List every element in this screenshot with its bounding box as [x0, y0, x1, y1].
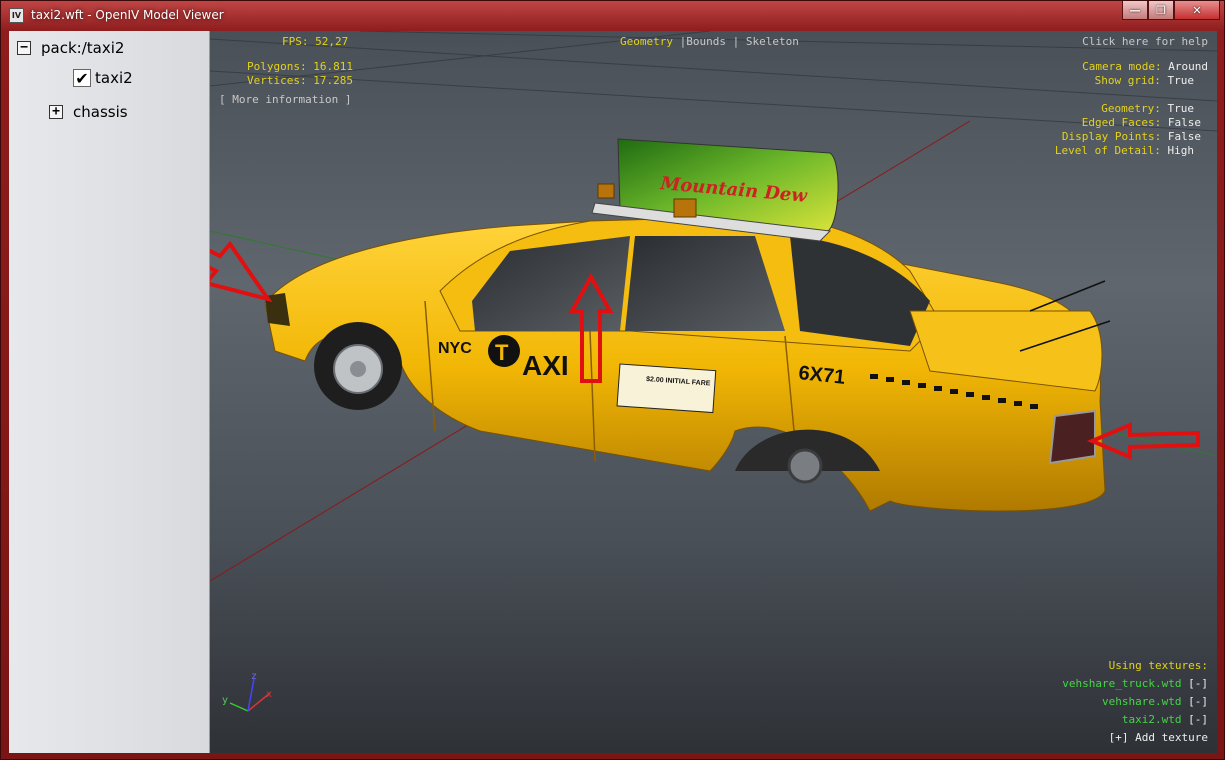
- more-information-link[interactable]: [ More information ]: [219, 93, 351, 107]
- taxi-logo-small: NYC: [438, 340, 472, 357]
- texture-name[interactable]: taxi2.wtd: [1122, 713, 1182, 726]
- remove-texture-button[interactable]: [-]: [1188, 677, 1208, 690]
- axis-y-label: y: [222, 695, 228, 706]
- app-window: IV taxi2.wft - OpenIV Model Viewer — ❐ ✕…: [0, 0, 1225, 760]
- display-points-label: Display Points:: [1061, 130, 1162, 143]
- show-grid-label: Show grid:: [1094, 74, 1161, 87]
- display-points-setting[interactable]: Display Points: False: [1062, 130, 1201, 144]
- minimize-icon: —: [1129, 3, 1141, 17]
- camera-mode-value: Around: [1168, 60, 1208, 73]
- tail-light: [1048, 409, 1096, 465]
- textures-title: Using textures:: [1108, 659, 1208, 672]
- taxi-logo-t: T: [495, 340, 509, 365]
- roof-light-right: [673, 198, 697, 218]
- camera-mode-setting[interactable]: Camera mode: Around: [1082, 60, 1208, 74]
- polygons-value: 16.811: [313, 60, 353, 73]
- maximize-icon: ❐: [1156, 3, 1166, 17]
- close-icon: ✕: [1192, 3, 1202, 17]
- taxi-model: Mountain Dew NYC T AXI $2.00 INITIAL FAR…: [264, 138, 1111, 512]
- collapse-toggle-icon[interactable]: −: [17, 41, 31, 55]
- view-mode-switch: Geometry |Bounds | Skeleton: [620, 35, 799, 49]
- tree-node-chassis[interactable]: + chassis: [49, 103, 128, 121]
- taxi-logo-big: AXI: [522, 350, 569, 381]
- show-grid-value: True: [1167, 74, 1195, 87]
- rear-glass: [790, 236, 930, 346]
- lod-setting[interactable]: Level of Detail: High: [1055, 144, 1194, 158]
- vertices-label: Vertices:: [247, 74, 307, 87]
- geometry-setting[interactable]: Geometry: True: [1101, 102, 1194, 116]
- mode-geometry[interactable]: Geometry: [620, 35, 673, 48]
- model-tree-panel: − pack:/taxi2 ✔ taxi2 + chassis: [9, 31, 210, 753]
- arrow-taillight: [1086, 421, 1200, 461]
- tree-node-root-label: pack:/taxi2: [41, 39, 125, 57]
- mode-bounds[interactable]: Bounds: [686, 35, 726, 48]
- texture-item: taxi2.wtd [-]: [1122, 713, 1208, 727]
- close-button[interactable]: ✕: [1174, 1, 1220, 20]
- lod-label: Level of Detail:: [1054, 144, 1161, 157]
- texture-name[interactable]: vehshare_truck.wtd: [1062, 677, 1181, 690]
- add-texture-button[interactable]: [+] Add texture: [1109, 731, 1208, 745]
- remove-texture-button[interactable]: [-]: [1188, 695, 1208, 708]
- visibility-checkbox[interactable]: ✔: [73, 69, 91, 88]
- tree-node-taxi2[interactable]: ✔ taxi2: [73, 69, 133, 88]
- expand-toggle-icon[interactable]: +: [49, 105, 63, 119]
- 3d-viewport[interactable]: Mountain Dew NYC T AXI $2.00 INITIAL FAR…: [210, 31, 1217, 753]
- edged-faces-value: False: [1167, 116, 1201, 129]
- vertices-value: 17.285: [313, 74, 353, 87]
- fare-decal: [616, 363, 717, 414]
- geometry-value: True: [1167, 102, 1195, 115]
- axis-z-label: z: [251, 671, 257, 682]
- geometry-label: Geometry:: [1101, 102, 1161, 115]
- texture-name[interactable]: vehshare.wtd: [1102, 695, 1181, 708]
- window-controls: — ❐ ✕: [1122, 1, 1220, 21]
- vertices-readout: Vertices: 17.285: [247, 74, 353, 88]
- fps-readout: FPS: 52,27: [282, 35, 348, 49]
- edged-faces-setting[interactable]: Edged Faces: False: [1082, 116, 1201, 130]
- camera-mode-label: Camera mode:: [1082, 60, 1162, 73]
- edged-faces-label: Edged Faces:: [1081, 116, 1162, 129]
- polygons-readout: Polygons: 16.811: [247, 60, 353, 74]
- lod-value: High: [1167, 144, 1195, 157]
- show-grid-setting[interactable]: Show grid: True: [1095, 74, 1194, 88]
- rear-hub: [787, 448, 823, 484]
- axis-gizmo: x y z: [222, 671, 272, 712]
- app-icon: IV: [9, 8, 24, 23]
- roof-light-left: [597, 183, 615, 199]
- title-bar[interactable]: IV taxi2.wft - OpenIV Model Viewer — ❐ ✕: [1, 1, 1225, 31]
- fps-value: 52,27: [315, 35, 349, 48]
- help-link[interactable]: Click here for help: [1082, 35, 1208, 49]
- polygons-label: Polygons:: [247, 60, 307, 73]
- fps-label: FPS:: [282, 35, 309, 48]
- mode-separator: |: [732, 35, 740, 48]
- tree-node-chassis-label: chassis: [73, 103, 128, 121]
- mode-skeleton[interactable]: Skeleton: [746, 35, 799, 48]
- minimize-button[interactable]: —: [1122, 1, 1148, 20]
- maximize-button[interactable]: ❐: [1148, 1, 1174, 20]
- remove-texture-button[interactable]: [-]: [1188, 713, 1208, 726]
- axis-x-label: x: [266, 689, 272, 700]
- tree-node-taxi2-label: taxi2: [95, 69, 133, 87]
- display-points-value: False: [1167, 130, 1201, 143]
- tree-node-root[interactable]: − pack:/taxi2: [17, 39, 124, 57]
- arrow-headlight: [210, 240, 273, 303]
- texture-item: vehshare_truck.wtd [-]: [1062, 677, 1208, 691]
- texture-item: vehshare.wtd [-]: [1102, 695, 1208, 709]
- window-title: taxi2.wft - OpenIV Model Viewer: [31, 8, 224, 22]
